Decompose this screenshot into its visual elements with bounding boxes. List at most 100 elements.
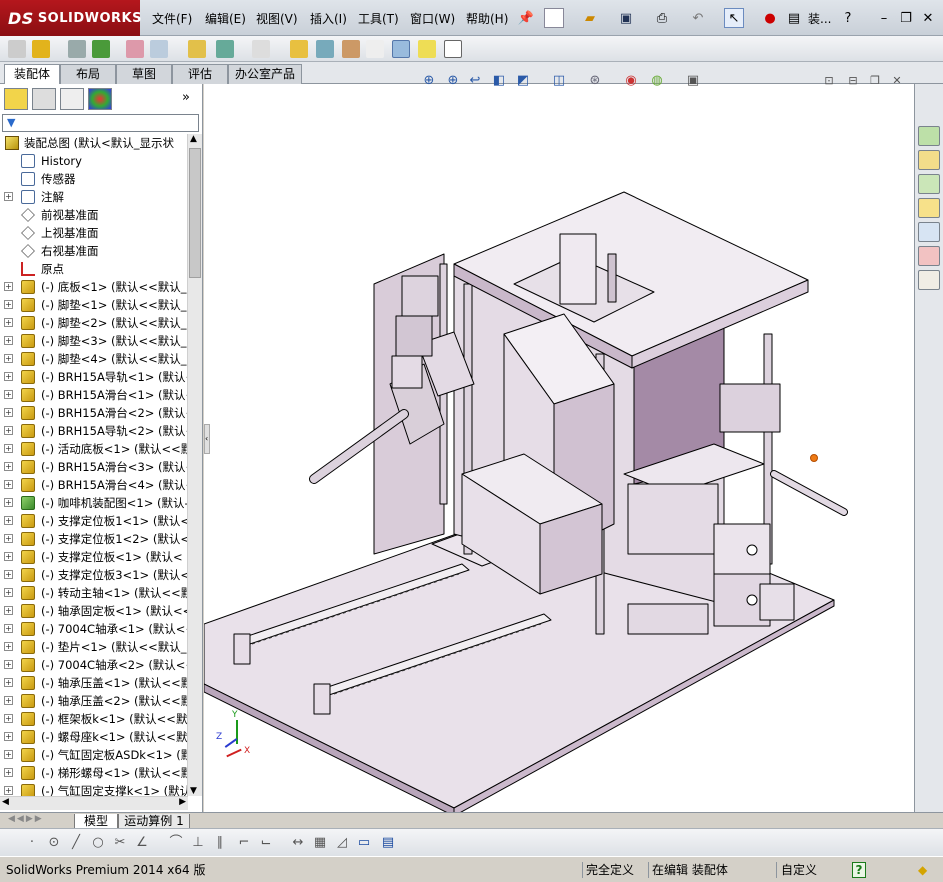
menu-help[interactable]: 帮助(H) (466, 10, 508, 27)
expand-icon[interactable]: + (4, 678, 13, 687)
hatch-icon[interactable]: ▦ (312, 835, 328, 851)
filter-bar[interactable]: ▼ (2, 114, 199, 132)
expand-icon[interactable]: + (4, 732, 13, 741)
graphics-area[interactable]: ⊕ ⊕ ↩ ◧ ◩ ◫ ⊛ ◉ ◍ ▣ ⊡ ⊟ ❐ ✕ ‹ Y Z X (204, 73, 914, 812)
tree-item[interactable]: + (-) 轴承压盖<2> (默认<<默 (0, 692, 188, 710)
appearances-icon[interactable] (918, 246, 940, 266)
instant3d-icon[interactable] (392, 40, 410, 58)
reference-geometry-icon[interactable] (252, 40, 270, 58)
tree-item[interactable]: + (-) 支撑定位板3<1> (默认< (0, 566, 188, 584)
line-icon[interactable]: ╱ (68, 835, 84, 851)
expand-icon[interactable]: + (4, 660, 13, 669)
expand-icon[interactable]: + (4, 354, 13, 363)
corner-icon[interactable]: ⌐ (236, 835, 252, 851)
tree-item[interactable]: + (-) 气缸固定支撑k<1> (默认 (0, 782, 188, 796)
tangent-icon[interactable]: ⌒ (168, 835, 184, 851)
expand-icon[interactable]: + (4, 606, 13, 615)
menu-edit[interactable]: 编辑(E) (205, 10, 246, 27)
expand-icon[interactable]: + (4, 768, 13, 777)
tree-item[interactable]: + (-) BRH15A滑台<2> (默认< (0, 404, 188, 422)
tree-item[interactable]: 传感器 (0, 170, 188, 188)
expand-icon[interactable]: + (4, 624, 13, 633)
expand-icon[interactable]: + (4, 336, 13, 345)
point-icon[interactable]: · (24, 835, 40, 851)
menu-insert[interactable]: 插入(I) (310, 10, 347, 27)
table-icon[interactable]: ▤ (380, 835, 396, 851)
minimize-icon[interactable]: – (874, 8, 894, 28)
new-part-icon[interactable] (32, 40, 50, 58)
tab-assembly[interactable]: 装配体 (4, 64, 60, 85)
tab-evaluate[interactable]: 评估 (172, 64, 228, 84)
expand-icon[interactable]: + (4, 192, 13, 201)
tree-item[interactable]: 原点 (0, 260, 188, 278)
pushpin-icon[interactable]: 📌 (516, 8, 536, 28)
new-document-icon[interactable] (544, 8, 564, 28)
bill-of-materials-icon[interactable] (316, 40, 334, 58)
tree-item[interactable]: + (-) 轴承压盖<1> (默认<<默 (0, 674, 188, 692)
tree-item[interactable]: 前视基准面 (0, 206, 188, 224)
select-pointer-icon[interactable]: ↖ (724, 8, 744, 28)
menu-tools[interactable]: 工具(T) (358, 10, 399, 27)
tree-item[interactable]: + (-) BRH15A导轨<2> (默认< (0, 422, 188, 440)
tree-item[interactable]: + (-) BRH15A导轨<1> (默认< (0, 368, 188, 386)
tree-item[interactable]: + (-) 活动底板<1> (默认<<默 (0, 440, 188, 458)
tree-item[interactable]: + (-) 支撑定位板<1> (默认< (0, 548, 188, 566)
open-folder-icon[interactable]: ▰ (580, 8, 600, 28)
tree-vertical-scrollbar[interactable]: ▲ ▼ (187, 134, 202, 796)
tree-item[interactable]: + (-) 转动主轴<1> (默认<<默 (0, 584, 188, 602)
close-icon[interactable]: ✕ (918, 8, 938, 28)
circle-icon[interactable]: ○ (90, 835, 106, 851)
angle-icon[interactable]: ∠ (134, 835, 150, 851)
print-icon[interactable]: ⎙ (652, 8, 672, 28)
tree-item[interactable]: + (-) 气缸固定板ASDk<1> (默 (0, 746, 188, 764)
tree-root[interactable]: 装配总图 (默认<默认_显示状 (0, 134, 188, 152)
tree-horizontal-scrollbar[interactable]: ◀ ▶ (0, 796, 188, 810)
scroll-right-icon[interactable]: ▶ (179, 797, 186, 807)
note-icon[interactable]: ▭ (356, 835, 372, 851)
menu-view[interactable]: 视图(V) (256, 10, 298, 27)
update-speedpak-icon[interactable] (418, 40, 436, 58)
trim-icon[interactable]: ✂ (112, 835, 128, 851)
rebuild-icon[interactable]: ● (760, 8, 780, 28)
perpendicular-icon[interactable]: ⊥ (190, 835, 206, 851)
tree-item[interactable]: + (-) BRH15A滑台<4> (默认< (0, 476, 188, 494)
tree-item[interactable]: + (-) BRH15A滑台<3> (默认< (0, 458, 188, 476)
parallel-icon[interactable]: ∥ (212, 835, 228, 851)
tab-layout[interactable]: 布局 (60, 64, 116, 84)
expand-icon[interactable]: + (4, 786, 13, 795)
smart-fasteners-icon[interactable] (126, 40, 144, 58)
expand-icon[interactable]: + (4, 516, 13, 525)
centerpoint-icon[interactable]: ⊙ (46, 835, 62, 851)
show-hidden-icon[interactable] (188, 40, 206, 58)
expand-icon[interactable]: + (4, 372, 13, 381)
undo-icon[interactable]: ↶ (688, 8, 708, 28)
new-motion-study-icon[interactable] (290, 40, 308, 58)
explode-line-sketch-icon[interactable] (366, 40, 384, 58)
tree-item[interactable]: + (-) 螺母座k<1> (默认<<默认 (0, 728, 188, 746)
solidworks-resources-icon[interactable] (918, 126, 940, 146)
triangle-icon[interactable]: ◿ (334, 835, 350, 851)
menu-window[interactable]: 窗口(W) (410, 10, 455, 27)
assembly-features-icon[interactable] (216, 40, 234, 58)
custom-properties-icon[interactable] (918, 270, 940, 290)
tree-item[interactable]: 上视基准面 (0, 224, 188, 242)
tree-item[interactable]: + (-) 支撑定位板1<2> (默认< (0, 530, 188, 548)
tree-item[interactable]: + (-) 框架板k<1> (默认<<默认 (0, 710, 188, 728)
rebuild-indicator-icon[interactable]: ◆ (918, 862, 927, 878)
help-icon[interactable]: ? (838, 8, 858, 28)
tree-item[interactable]: + (-) 垫片<1> (默认<<默认_ (0, 638, 188, 656)
tree-item[interactable]: + (-) 脚垫<4> (默认<<默认_ (0, 350, 188, 368)
tree-item[interactable]: + (-) 7004C轴承<1> (默认<< (0, 620, 188, 638)
solidworks-logo[interactable]: DS SOLIDWORKS (0, 0, 141, 36)
restore-icon[interactable]: ❐ (896, 8, 916, 28)
tab-nav-arrows-icon[interactable]: ◀◀▶▶ (8, 814, 44, 824)
tree-item[interactable]: + (-) 脚垫<2> (默认<<默认_ (0, 314, 188, 332)
tree-item[interactable]: + (-) 轴承固定板<1> (默认<< (0, 602, 188, 620)
insert-components-icon[interactable] (8, 40, 26, 58)
tab-sketch[interactable]: 草图 (116, 64, 172, 84)
tab-model[interactable]: 模型 (74, 814, 118, 829)
expand-icon[interactable]: + (4, 642, 13, 651)
expand-icon[interactable]: + (4, 552, 13, 561)
expand-icon[interactable]: + (4, 498, 13, 507)
save-icon[interactable]: ▣ (616, 8, 636, 28)
